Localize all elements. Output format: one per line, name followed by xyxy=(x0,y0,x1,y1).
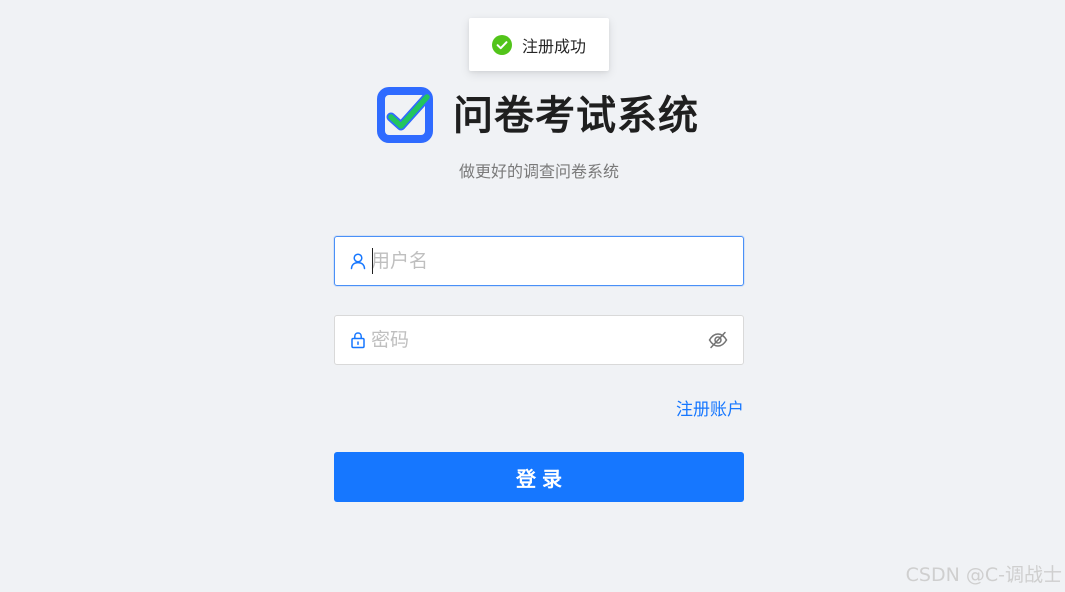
password-field[interactable] xyxy=(334,315,744,365)
register-account-link[interactable]: 注册账户 xyxy=(660,398,744,422)
login-button[interactable]: 登录 xyxy=(334,452,744,502)
text-caret xyxy=(372,248,373,274)
password-input[interactable] xyxy=(371,316,707,364)
toast-message: 注册成功 xyxy=(521,36,586,56)
check-circle-icon xyxy=(491,34,512,55)
lock-icon xyxy=(349,331,367,349)
eye-invisible-icon[interactable] xyxy=(707,329,729,351)
user-icon xyxy=(349,252,367,270)
username-field[interactable] xyxy=(334,236,744,286)
username-input[interactable] xyxy=(371,237,743,285)
app-title: 问卷考试系统 xyxy=(453,93,699,139)
app-subtitle: 做更好的调查问卷系统 xyxy=(458,162,619,181)
watermark: CSDN @C-调战士 xyxy=(905,564,1062,586)
success-toast: 注册成功 xyxy=(469,18,609,71)
checkbox-logo-icon xyxy=(377,87,433,143)
